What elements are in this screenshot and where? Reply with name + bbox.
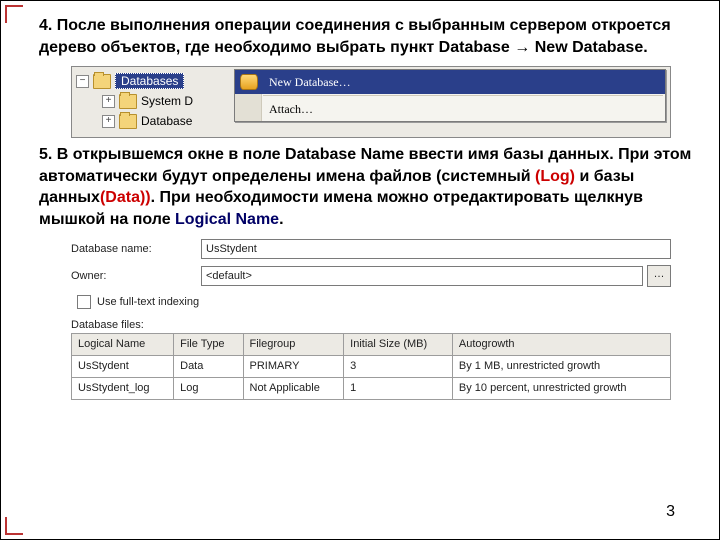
corner-marker	[5, 5, 23, 23]
label-dbfiles: Database files:	[71, 319, 671, 331]
col-logical-name: Logical Name	[72, 333, 174, 355]
keyword-new-database: New Database.	[535, 39, 648, 56]
input-dbname[interactable]: UsStydent	[201, 239, 671, 259]
cell: Not Applicable	[243, 377, 344, 399]
expand-icon[interactable]: +	[102, 115, 115, 128]
menu-item-new-database[interactable]: New Database…	[235, 70, 665, 94]
cell: By 1 MB, unrestricted growth	[452, 355, 670, 377]
table-row[interactable]: UsStydent Data PRIMARY 3 By 1 MB, unrest…	[72, 355, 671, 377]
paragraph-4: 4. После выполнения операции соединения …	[39, 15, 699, 58]
tree-screenshot: − Databases + System D + Database New Da…	[71, 66, 671, 138]
col-autogrowth: Autogrowth	[452, 333, 670, 355]
table-row[interactable]: UsStydent_log Log Not Applicable 1 By 10…	[72, 377, 671, 399]
collapse-icon[interactable]: −	[76, 75, 89, 88]
table-dbfiles: Logical Name File Type Filegroup Initial…	[71, 333, 671, 400]
menu-label: New Database…	[269, 75, 351, 90]
keyword-dbname: Database Name	[285, 146, 404, 163]
folder-icon	[119, 94, 137, 109]
menu-label: Attach…	[269, 102, 313, 117]
cell[interactable]: 3	[344, 355, 453, 377]
cell[interactable]: 1	[344, 377, 453, 399]
page-number: 3	[666, 503, 675, 521]
form-screenshot: Database name: UsStydent Owner: <default…	[71, 239, 671, 400]
arrow-icon: →	[514, 39, 530, 56]
menu-item-attach[interactable]: Attach…	[235, 97, 665, 121]
browse-button[interactable]: …	[647, 265, 671, 287]
cell[interactable]: UsStydent_log	[72, 377, 174, 399]
checkbox-fulltext[interactable]	[77, 295, 91, 309]
cell: PRIMARY	[243, 355, 344, 377]
database-icon	[240, 74, 258, 90]
col-filegroup: Filegroup	[243, 333, 344, 355]
col-file-type: File Type	[174, 333, 243, 355]
input-owner[interactable]: <default>	[201, 266, 643, 286]
text: .	[279, 211, 283, 228]
keyword-logical-name: Logical Name	[175, 211, 279, 228]
folder-icon	[93, 74, 111, 89]
corner-marker	[5, 517, 23, 535]
cell[interactable]: UsStydent	[72, 355, 174, 377]
folder-icon	[119, 114, 137, 129]
cell: By 10 percent, unrestricted growth	[452, 377, 670, 399]
keyword-log: (Log)	[535, 168, 575, 185]
menu-separator	[263, 95, 663, 96]
expand-icon[interactable]: +	[102, 95, 115, 108]
context-menu: New Database… Attach…	[234, 69, 666, 122]
label-owner: Owner:	[71, 270, 201, 282]
text: 5. В открывшемся окне в поле	[39, 146, 285, 163]
cell: Log	[174, 377, 243, 399]
tree-node-database[interactable]: Database	[141, 114, 192, 128]
keyword-database: Database	[439, 39, 510, 56]
tree-node-system[interactable]: System D	[141, 94, 193, 108]
cell: Data	[174, 355, 243, 377]
tree-node-databases[interactable]: Databases	[115, 73, 184, 89]
label-fulltext: Use full-text indexing	[97, 296, 199, 308]
keyword-data: (Data))	[100, 189, 151, 206]
label-dbname: Database name:	[71, 243, 201, 255]
paragraph-5: 5. В открывшемся окне в поле Database Na…	[39, 144, 699, 230]
col-initial-size: Initial Size (MB)	[344, 333, 453, 355]
table-header: Logical Name File Type Filegroup Initial…	[72, 333, 671, 355]
